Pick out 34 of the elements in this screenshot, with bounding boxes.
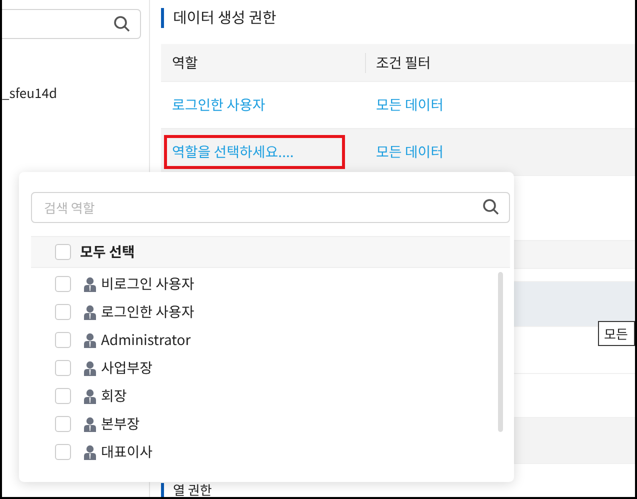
checkbox[interactable]: [55, 332, 71, 348]
select-all-label[interactable]: 모두 선택: [80, 242, 135, 262]
scrollbar[interactable]: [498, 272, 503, 432]
option-label[interactable]: 회장: [101, 386, 127, 406]
search-icon: [113, 15, 131, 33]
user-icon: [84, 416, 96, 432]
checkbox[interactable]: [55, 360, 71, 376]
user-icon: [84, 304, 96, 320]
option-label[interactable]: 로그인한 사용자: [101, 302, 194, 322]
user-icon: [84, 444, 96, 460]
checkbox[interactable]: [55, 244, 71, 260]
search-field[interactable]: 검색 역할: [31, 192, 510, 223]
checkbox[interactable]: [55, 444, 71, 460]
search-field[interactable]: [2, 9, 141, 39]
user-icon: [84, 332, 96, 348]
column-header: 조건 필터: [375, 52, 431, 72]
checkbox[interactable]: [55, 416, 71, 432]
section-title: 열 권한: [173, 483, 212, 497]
option-label[interactable]: 본부장: [101, 414, 140, 434]
checkbox[interactable]: [55, 388, 71, 404]
user-icon: [84, 388, 96, 404]
column-header: 역할: [161, 52, 366, 72]
section-title: 데이터 생성 권한: [173, 7, 276, 28]
search-icon: [482, 198, 500, 216]
option-label[interactable]: 사업부장: [101, 358, 153, 378]
checkbox[interactable]: [55, 304, 71, 320]
user-icon: [84, 360, 96, 376]
user-icon: [84, 276, 96, 292]
option-label[interactable]: 비로그인 사용자: [101, 274, 194, 294]
tooltip: 모든: [598, 321, 635, 346]
sidebar-item[interactable]: _sfeu14d: [2, 83, 58, 102]
checkbox[interactable]: [55, 276, 71, 292]
option-label[interactable]: Administrator: [101, 330, 191, 350]
option-label[interactable]: 대표이사: [101, 442, 153, 462]
